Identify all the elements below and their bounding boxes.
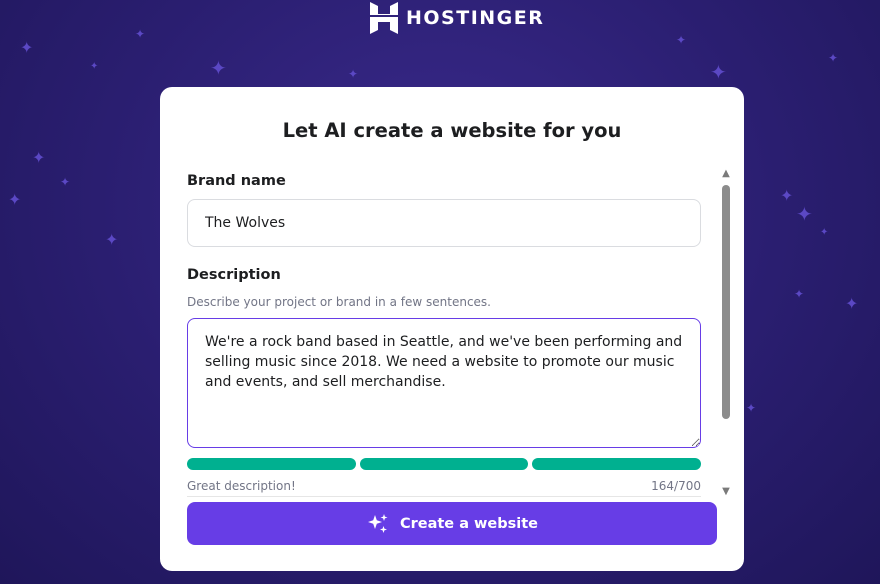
- strength-segment: [359, 458, 529, 470]
- create-website-button[interactable]: Create a website: [187, 502, 717, 545]
- strength-segment: [532, 458, 702, 470]
- strength-segment: [187, 458, 356, 470]
- scroll-thumb[interactable]: [722, 185, 730, 419]
- ai-builder-card: Let AI create a website for you Brand na…: [160, 87, 744, 571]
- description-textarea[interactable]: We're a rock band based in Seattle, and …: [187, 318, 701, 448]
- sparkle-icon: ✦: [780, 186, 794, 205]
- description-status: Great description! 164/700: [187, 479, 701, 493]
- sparkle-icon: ✦: [348, 67, 359, 81]
- sparkle-icon: ✦: [710, 60, 727, 84]
- description-strength-bar: [187, 458, 702, 470]
- sparkle-icon: ✦: [210, 56, 227, 80]
- sparkle-icon: ✦: [105, 230, 119, 249]
- card-title: Let AI create a website for you: [282, 119, 622, 142]
- sparkle-icon: ✦: [820, 227, 829, 238]
- sparkle-icon: ✦: [8, 190, 22, 209]
- form-scrollbar[interactable]: ▲ ▼: [720, 169, 732, 499]
- description-label: Description: [187, 267, 281, 283]
- sparkles-icon: [367, 513, 388, 533]
- brand-name-label: Brand name: [187, 173, 286, 189]
- sparkle-icon: ✦: [794, 287, 805, 301]
- logo-text: HOSTINGER: [406, 7, 545, 29]
- sparkle-icon: ✦: [676, 33, 687, 47]
- sparkle-icon: ✦: [796, 202, 813, 226]
- sparkle-icon: ✦: [845, 294, 859, 313]
- create-website-label: Create a website: [399, 515, 539, 532]
- sparkle-icon: ✦: [746, 401, 757, 415]
- sparkle-icon: ✦: [20, 38, 34, 57]
- sparkle-icon: ✦: [828, 51, 839, 65]
- hostinger-logo-icon: [370, 2, 398, 34]
- sparkle-icon: ✦: [32, 148, 46, 167]
- scroll-up-arrow-icon[interactable]: ▲: [721, 169, 731, 179]
- divider: [187, 496, 701, 497]
- character-count: 164/700: [651, 479, 701, 493]
- sparkle-icon: ✦: [135, 27, 146, 41]
- description-quality-text: Great description!: [187, 479, 296, 493]
- sparkle-icon: ✦: [90, 61, 99, 72]
- scroll-down-arrow-icon[interactable]: ▼: [721, 487, 731, 497]
- hostinger-logo[interactable]: HOSTINGER: [370, 2, 544, 34]
- sparkle-icon: ✦: [60, 175, 71, 189]
- description-hint: Describe your project or brand in a few …: [187, 295, 491, 309]
- brand-name-input[interactable]: [187, 199, 701, 247]
